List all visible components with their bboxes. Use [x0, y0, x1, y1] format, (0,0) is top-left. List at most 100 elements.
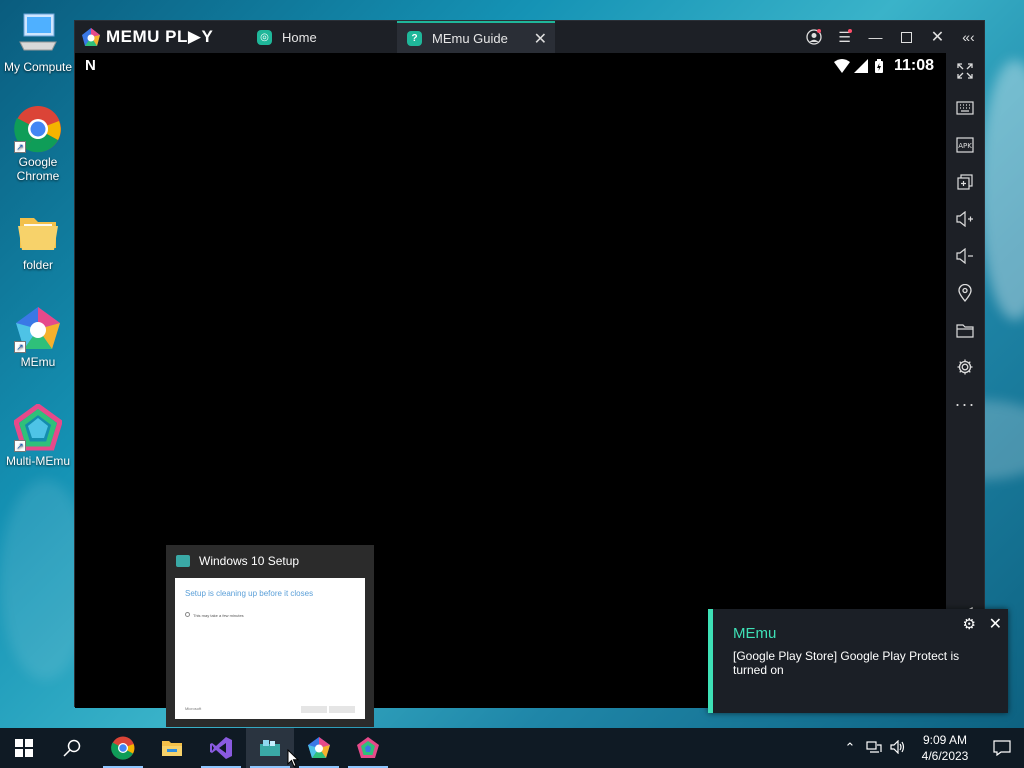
thumbnail-title: Windows 10 Setup	[176, 554, 299, 568]
maximize-icon	[901, 31, 912, 43]
taskbar-thumbnail-preview[interactable]: Windows 10 Setup Setup is cleaning up be…	[166, 545, 374, 727]
guide-icon: ?	[407, 30, 422, 46]
volume-up-icon	[956, 211, 973, 227]
tab-guide-label: MEmu Guide	[432, 30, 508, 46]
notification-center-icon	[993, 740, 1011, 756]
desktop-icon-label: Multi-MEmu	[5, 454, 70, 468]
action-center-button[interactable]	[980, 740, 1024, 756]
n-notification-icon: N	[85, 57, 96, 74]
fullscreen-button[interactable]	[946, 56, 984, 86]
maximize-button[interactable]	[891, 21, 922, 53]
desktop-icon-folder[interactable]: folder	[2, 208, 74, 272]
windows-start-icon	[15, 739, 33, 757]
account-button[interactable]	[798, 21, 829, 53]
home-icon: ◎	[257, 29, 272, 45]
thumbnail-footer: Microsoft	[185, 706, 202, 711]
notification-dot	[817, 29, 821, 33]
desktop-icon-my-computer[interactable]: My Compute	[2, 10, 74, 74]
multi-memu-icon	[357, 737, 379, 758]
desktop-icon-memu[interactable]: ↗ MEmu	[2, 305, 74, 369]
taskbar-clock[interactable]: 9:09 AM 4/6/2023	[910, 732, 980, 764]
toast-notification[interactable]: MEmu [Google Play Store] Google Play Pro…	[708, 609, 1008, 713]
tab-close-icon[interactable]: ✕	[534, 29, 547, 49]
svg-text:APK: APK	[958, 142, 972, 150]
clock-time: 9:09 AM	[922, 733, 968, 747]
desktop-icon-label: My Compute	[3, 60, 73, 74]
search-icon	[63, 739, 81, 757]
volume-down-button[interactable]	[946, 241, 984, 271]
shortcut-arrow-icon: ↗	[14, 141, 26, 153]
tab-memu-guide[interactable]: ? MEmu Guide ✕	[397, 21, 555, 53]
start-button[interactable]	[0, 728, 48, 768]
apk-button[interactable]: APK	[946, 130, 984, 160]
settings-icon	[957, 359, 973, 375]
taskbar-visual-studio[interactable]	[197, 728, 245, 768]
thumbnail-window-preview: Setup is cleaning up before it closes Th…	[175, 578, 365, 719]
search-button[interactable]	[48, 728, 96, 768]
minimize-button[interactable]: —	[860, 21, 891, 53]
shared-folder-button[interactable]	[946, 315, 984, 345]
chevrons-left-icon: «‹	[962, 29, 975, 45]
taskbar: ⌃ 9:09 AM 4/6/2023	[0, 728, 1024, 768]
thumbnail-button	[301, 706, 327, 713]
volume-down-icon	[956, 248, 973, 264]
tab-home-label: Home	[282, 29, 317, 45]
desktop-icon-label: Google Chrome	[16, 155, 60, 183]
system-tray: ⌃ 9:09 AM 4/6/2023	[838, 728, 1024, 768]
folder-icon	[14, 208, 62, 256]
desktop-icon-google-chrome[interactable]: ↗ Google Chrome	[2, 105, 74, 183]
toast-message: [Google Play Store] Google Play Protect …	[733, 649, 960, 677]
location-icon	[958, 284, 972, 302]
apk-icon: APK	[956, 137, 974, 153]
memu-icon: ↗	[14, 305, 62, 353]
volume-icon[interactable]	[886, 739, 910, 757]
taskbar-memu[interactable]	[295, 728, 343, 768]
radio-icon	[185, 612, 190, 617]
taskbar-multi-memu[interactable]	[344, 728, 392, 768]
desktop-icon-label: folder	[22, 258, 54, 272]
close-button[interactable]: ✕	[922, 21, 953, 53]
more-button[interactable]: ···	[946, 389, 984, 419]
keyboard-button[interactable]	[946, 93, 984, 123]
multi-window-button[interactable]	[946, 167, 984, 197]
collapse-toolbar-button[interactable]: «‹	[953, 21, 984, 53]
windows-setup-icon	[176, 555, 190, 567]
mouse-cursor-icon	[287, 749, 299, 768]
memu-icon	[308, 737, 330, 758]
toast-settings-icon[interactable]: ⚙	[963, 615, 976, 633]
computer-icon	[14, 10, 62, 58]
network-icon[interactable]	[862, 740, 886, 757]
memu-logo: MEMU PL▶Y	[75, 27, 247, 47]
shortcut-arrow-icon: ↗	[14, 341, 26, 353]
desktop-icon-label: MEmu	[20, 355, 56, 369]
wifi-icon	[833, 59, 850, 73]
memu-titlebar: MEMU PL▶Y ◎ Home ? MEmu Guide ✕ ☰ — ✕ «‹	[75, 21, 984, 53]
taskbar-file-explorer[interactable]	[148, 728, 196, 768]
taskbar-chrome[interactable]	[99, 728, 147, 768]
memu-brand-text: MEMU PL▶Y	[106, 27, 214, 46]
chrome-icon	[111, 736, 135, 760]
desktop-icon-multi-memu[interactable]: ↗ Multi-MEmu	[2, 402, 74, 468]
thumbnail-button	[329, 706, 355, 713]
menu-button[interactable]: ☰	[829, 21, 860, 53]
chevron-up-icon[interactable]: ⌃	[838, 740, 862, 756]
close-icon: ✕	[930, 29, 945, 46]
minimize-icon: —	[868, 29, 883, 45]
visual-studio-icon	[210, 737, 232, 759]
folder-icon	[956, 323, 974, 338]
android-clock: 11:08	[893, 57, 934, 74]
thumbnail-subtext: This may take a few minutes	[193, 613, 244, 618]
notification-dot	[848, 29, 852, 33]
location-button[interactable]	[946, 278, 984, 308]
multi-window-icon	[957, 174, 973, 190]
file-explorer-icon	[162, 741, 182, 756]
tab-home[interactable]: ◎ Home	[247, 21, 397, 53]
toast-close-icon[interactable]: ✕	[989, 614, 1002, 634]
battery-icon	[874, 58, 883, 73]
volume-up-button[interactable]	[946, 204, 984, 234]
settings-button[interactable]	[946, 352, 984, 382]
thumbnail-heading: Setup is cleaning up before it closes	[185, 589, 314, 598]
chrome-icon: ↗	[14, 105, 62, 153]
toast-app-name: MEmu	[733, 625, 777, 642]
clock-date: 4/6/2023	[921, 749, 969, 763]
